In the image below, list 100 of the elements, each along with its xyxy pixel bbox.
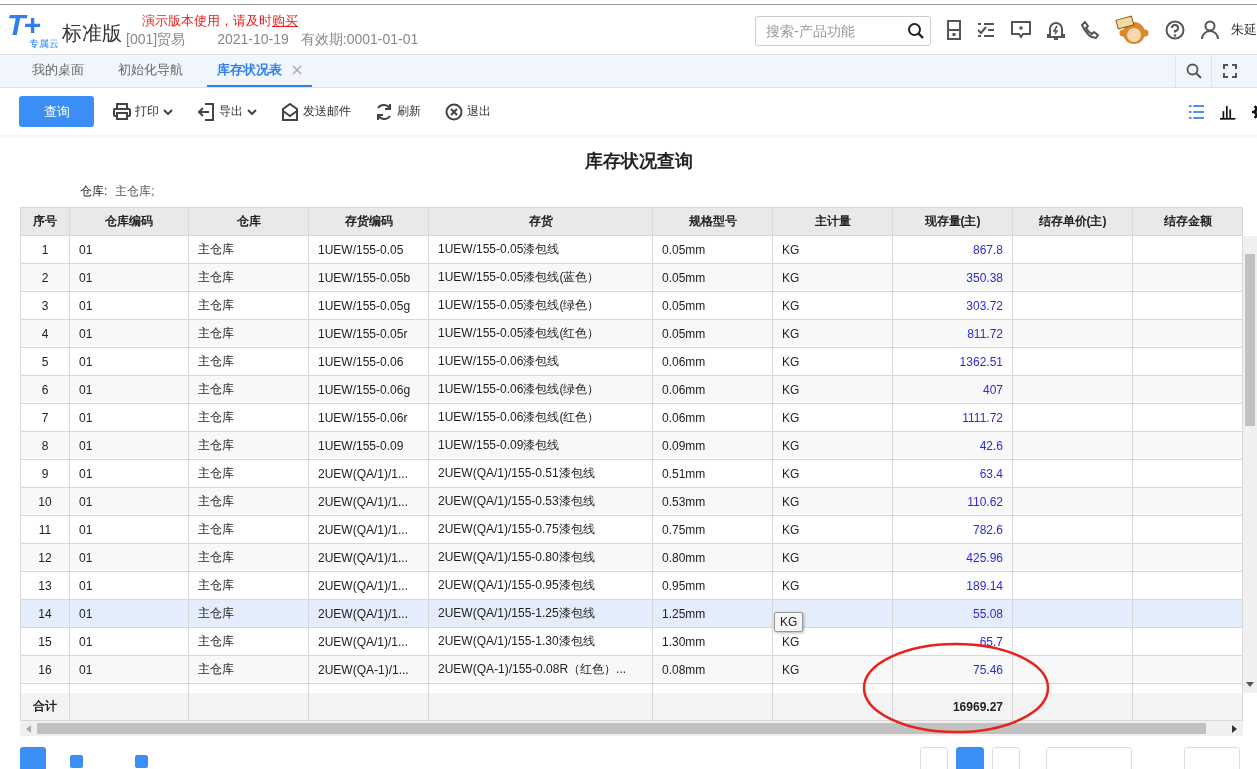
table-cell: 42.6	[893, 432, 1013, 460]
bell-icon[interactable]	[1047, 19, 1065, 40]
table-cell: 0.53mm	[653, 488, 773, 516]
horizontal-scrollbar[interactable]	[20, 721, 1243, 736]
column-header[interactable]: 现存量(主)	[893, 208, 1013, 236]
table-cell: 主仓库	[189, 544, 309, 572]
edition-title: 标准版	[62, 21, 122, 46]
table-cell: 1UEW/155-0.09漆包线	[429, 432, 653, 460]
table-cell: 01	[70, 544, 189, 572]
table-cell: 8	[20, 432, 70, 460]
mascot-icon[interactable]	[1115, 14, 1149, 45]
fullscreen-icon[interactable]	[1222, 64, 1237, 78]
tooltip: KG	[774, 612, 804, 632]
table-cell: 1UEW/155-0.09	[309, 432, 429, 460]
column-header[interactable]: 结存单价(主)	[1013, 208, 1133, 236]
toolbar-button[interactable]: 退出	[438, 102, 498, 121]
export-icon	[197, 102, 215, 121]
search-icon[interactable]	[907, 21, 925, 40]
table-row[interactable]: 16 01 主仓库 2UEW(QA-1)/1... 2UEW(QA-1)/155-0.08R（红色）... 0.08mm KG 75.46	[20, 656, 1243, 684]
vertical-scrollbar[interactable]	[1243, 236, 1257, 693]
table-cell: 主仓库	[189, 656, 309, 684]
search-field[interactable]: 搜索-产品功能	[755, 15, 931, 46]
filter-label: 仓库:	[80, 184, 108, 198]
column-header[interactable]: 规格型号	[653, 208, 773, 236]
table-cell: 主仓库	[189, 320, 309, 348]
list-view-icon[interactable]	[1189, 102, 1205, 121]
column-header[interactable]: 仓库	[189, 208, 309, 236]
table-cell: KG	[773, 488, 893, 516]
table-cell: 2UEW(QA-1)/155-0.08R（红色）...	[429, 656, 653, 684]
column-header[interactable]: 存货编码	[309, 208, 429, 236]
user-name[interactable]: 朱延	[1231, 20, 1257, 39]
table-cell: 16	[20, 656, 70, 684]
table-cell: 01	[70, 376, 189, 404]
table-cell: 110.62	[893, 488, 1013, 516]
table-cell: 主仓库	[189, 488, 309, 516]
column-header[interactable]: 序号	[20, 208, 70, 236]
toolbar-button[interactable]: 导出	[190, 102, 264, 121]
table-cell: 2UEW(QA/1)/155-0.80漆包线	[429, 544, 653, 572]
toolbar-button[interactable]: 打印	[106, 102, 180, 121]
user-icon[interactable]	[1201, 19, 1219, 40]
table-cell: 1.25mm	[653, 600, 773, 628]
table-cell: 0.09mm	[653, 432, 773, 460]
checklist-icon[interactable]	[977, 21, 995, 38]
column-header[interactable]: 主计量	[773, 208, 893, 236]
table-cell: KG	[773, 432, 893, 460]
table-row[interactable]: 8 01 主仓库 1UEW/155-0.09 1UEW/155-0.09漆包线 0.09mm KG 42.6	[20, 432, 1243, 460]
trial-notice: 演示版本使用，请及时	[142, 12, 272, 28]
table-cell: 01	[70, 320, 189, 348]
message-icon[interactable]	[1011, 20, 1031, 39]
table-cell: 主仓库	[189, 376, 309, 404]
table-cell: 01	[70, 600, 189, 628]
tab[interactable]: 我的桌面	[22, 55, 94, 87]
table-cell: 14	[20, 600, 70, 628]
table-cell: 1UEW/155-0.05r	[309, 320, 429, 348]
table-cell: 主仓库	[189, 264, 309, 292]
table-cell: 407	[893, 376, 1013, 404]
search-icon[interactable]	[1185, 63, 1202, 79]
buy-link[interactable]: 购买	[272, 12, 298, 28]
table-cell: KG	[773, 656, 893, 684]
help-icon[interactable]	[1165, 19, 1185, 40]
table-cell: 0.05mm	[653, 320, 773, 348]
table-cell: KG	[773, 544, 893, 572]
validity-date: 有效期:0001-01-01	[300, 30, 419, 47]
table-cell: 1UEW/155-0.05b	[309, 264, 429, 292]
table-row[interactable]: 6 01 主仓库 1UEW/155-0.06g 1UEW/155-0.06漆包线(绿色） 0.06mm KG 407	[20, 376, 1243, 404]
table-cell: 0.06mm	[653, 376, 773, 404]
column-header[interactable]: 存货	[429, 208, 653, 236]
table-cell: 1UEW/155-0.06漆包线(绿色）	[429, 376, 653, 404]
refresh-icon	[375, 102, 393, 121]
column-header[interactable]: 仓库编码	[70, 208, 189, 236]
toolbar-button[interactable]: 发送邮件	[274, 102, 358, 121]
checkbox[interactable]	[70, 755, 83, 768]
table-row[interactable]: 12 01 主仓库 2UEW(QA/1)/1... 2UEW(QA/1)/155-0.80漆包线 0.80mm KG 425.96	[20, 544, 1243, 572]
tab[interactable]: 库存状况表	[207, 55, 312, 87]
scroll-right-icon[interactable]	[1232, 724, 1237, 733]
phone-icon[interactable]	[1081, 20, 1099, 39]
table-cell: 01	[70, 432, 189, 460]
envelope-icon	[281, 102, 299, 121]
table-cell: 2UEW(QA/1)/1...	[309, 544, 429, 572]
table-cell: 0.80mm	[653, 544, 773, 572]
column-header[interactable]: 结存金额	[1133, 208, 1243, 236]
table-cell: 1UEW/155-0.05漆包线(红色）	[429, 320, 653, 348]
table-cell: 6	[20, 376, 70, 404]
checkbox[interactable]	[135, 755, 148, 768]
toolbar-button[interactable]: 刷新	[368, 102, 428, 121]
scroll-down-icon[interactable]	[1246, 682, 1254, 687]
table-row[interactable]: 4 01 主仓库 1UEW/155-0.05r 1UEW/155-0.05漆包线(红色） 0.05mm KG 811.72	[20, 320, 1243, 348]
tab[interactable]: 初始化导航	[108, 55, 193, 87]
table-cell: 75.46	[893, 656, 1013, 684]
table-cell: 2UEW(QA/1)/1...	[309, 488, 429, 516]
logo-mark: T+	[7, 11, 39, 39]
table-cell: 2	[20, 264, 70, 292]
close-circle-icon	[445, 102, 463, 121]
device-icon[interactable]	[947, 19, 961, 40]
table-cell: 4	[20, 320, 70, 348]
table-cell: KG	[773, 376, 893, 404]
table-cell: 2UEW(QA/1)/155-0.53漆包线	[429, 488, 653, 516]
page-jump-field[interactable]	[1184, 747, 1240, 769]
table-row[interactable]: 10 01 主仓库 2UEW(QA/1)/1... 2UEW(QA/1)/155-0.53漆包线 0.53mm KG 110.62	[20, 488, 1243, 516]
table-row[interactable]: 2 01 主仓库 1UEW/155-0.05b 1UEW/155-0.05漆包线(蓝色） 0.05mm KG 350.38	[20, 264, 1243, 292]
